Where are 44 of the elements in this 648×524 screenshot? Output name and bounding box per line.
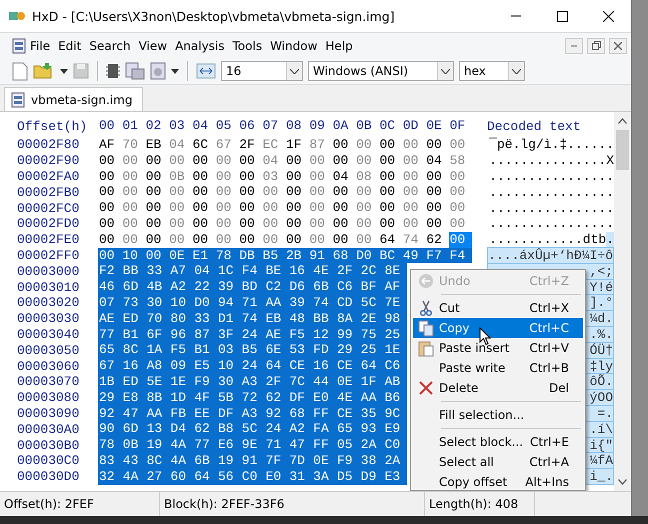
row-offset: 00003080 — [17, 390, 80, 406]
column-header: 09 — [308, 118, 326, 134]
row-offset: 00003050 — [17, 342, 80, 358]
row-offset: 00002F80 — [17, 137, 80, 152]
column-header: 0D — [402, 118, 420, 134]
row-offset: 000030A0 — [17, 422, 80, 437]
column-header: 05 — [214, 118, 232, 134]
row-offset: 00002FC0 — [17, 200, 80, 216]
row-offset: 00002FB0 — [17, 184, 80, 200]
row-offset: 00003010 — [17, 280, 80, 295]
column-header: 0B — [355, 118, 373, 134]
row-offset: 00002FD0 — [17, 216, 80, 232]
row-offset: 00003040 — [17, 326, 80, 342]
row-offset: 00003070 — [17, 374, 80, 390]
column-header: 07 — [262, 118, 280, 134]
column-header: 0E — [425, 118, 443, 134]
row-offset: 00002FF0 — [17, 248, 80, 263]
column-header: 02 — [144, 118, 162, 134]
column-header: 0F — [448, 118, 466, 134]
status-length: Length(h): 408 — [425, 492, 535, 516]
status-block: Block(h): 2FEF-33F6 — [160, 492, 425, 516]
row-offset: 000030B0 — [17, 438, 80, 453]
row-offset: 00002FA0 — [17, 168, 80, 184]
column-header: 0A — [332, 118, 350, 134]
row-offset: 00003000 — [17, 264, 80, 279]
row-offset: 00003060 — [17, 358, 80, 374]
decoded-text-header: Decoded text — [487, 118, 582, 134]
column-header: 0C — [378, 118, 396, 134]
row-offset: 000030C0 — [17, 453, 80, 468]
row-offset: 00002FE0 — [17, 232, 80, 248]
status-offset: Offset(h): 2FEF — [0, 492, 160, 516]
row-offset: 00003090 — [17, 406, 80, 421]
row-offset: 000030D0 — [17, 469, 80, 484]
window-title: HxD - [C:\Users\X3non\Desktop\vbmeta\vbmeta-sign.img] — [32, 8, 395, 24]
row-offset: 00002F90 — [17, 153, 80, 168]
row-offset: 00003020 — [17, 295, 80, 310]
column-header: 00 — [98, 118, 116, 134]
column-header: 06 — [238, 118, 256, 134]
column-header: 08 — [285, 118, 303, 134]
column-header: 03 — [168, 118, 186, 134]
row-offset: 00003030 — [17, 311, 80, 326]
column-header: 04 — [192, 118, 210, 134]
column-header: 01 — [121, 118, 139, 134]
offset-header: Offset(h) — [17, 118, 88, 134]
